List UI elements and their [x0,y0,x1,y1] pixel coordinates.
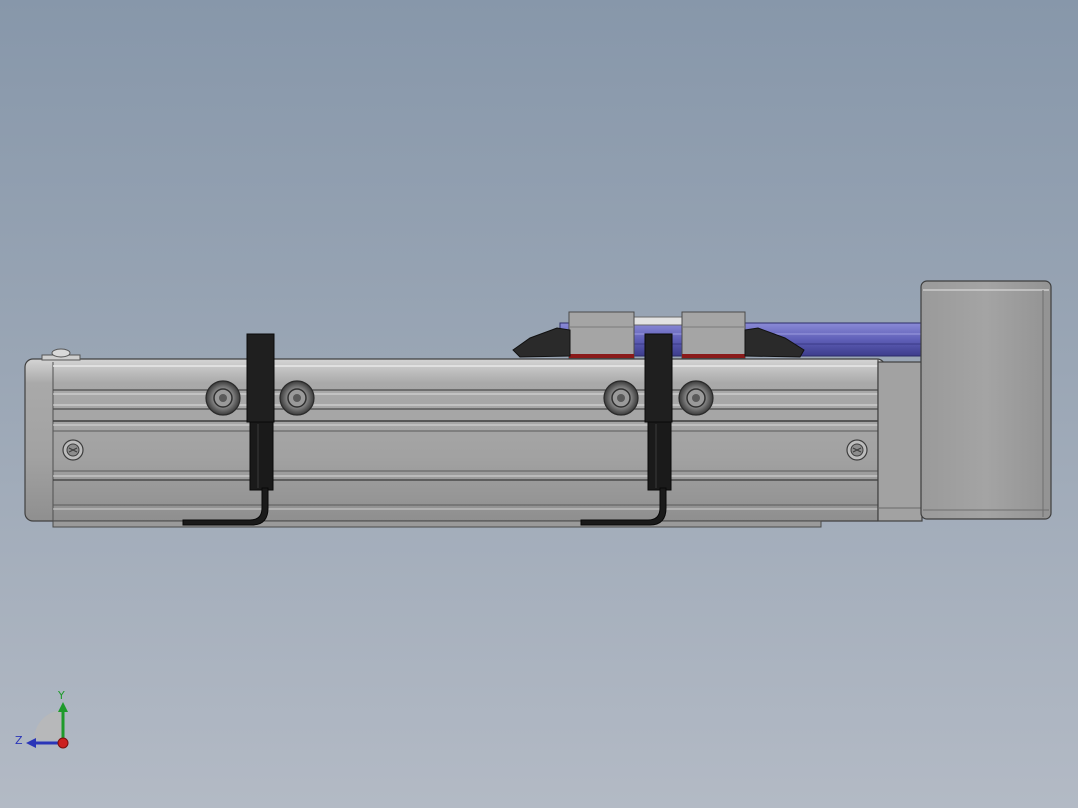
servo-motor [920,280,1052,520]
y-axis-arrowhead [58,702,68,712]
bushing [678,380,714,416]
x-axis-origin [57,737,69,749]
bushing [279,380,315,416]
mount-screw-right [846,439,868,461]
reference-triad: Y Z [15,689,69,749]
mount-screw-left [62,439,84,461]
bushing [603,380,639,416]
z-axis-arrowhead [26,738,36,748]
triad-y-label: Y [57,689,65,702]
bushing [205,380,241,416]
aluminium-profile [24,358,886,528]
triad-quadrant [34,710,64,740]
graphics-viewport[interactable]: Y Z [0,0,1078,808]
carriage-assembly [512,311,923,359]
linear-module-model[interactable] [0,0,1078,808]
triad-z-label: Z [15,734,23,747]
end-bolt [41,348,81,361]
motor-adapter [877,361,923,522]
